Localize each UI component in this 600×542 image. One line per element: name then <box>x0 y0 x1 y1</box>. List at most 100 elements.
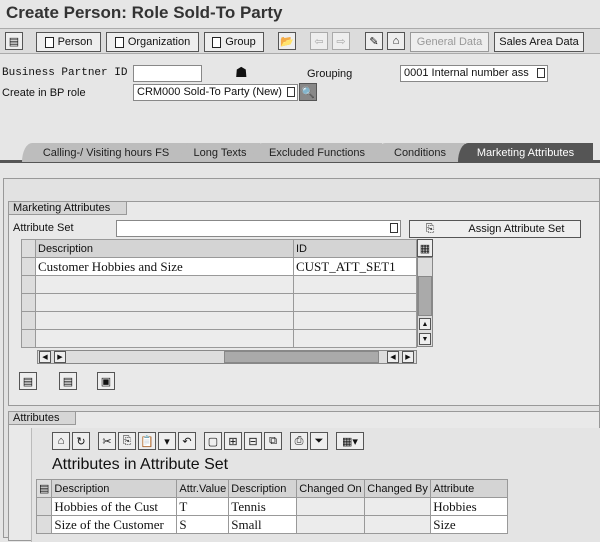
layout-menu-icon[interactable]: ▦▾ <box>336 432 364 450</box>
table-row[interactable]: Customer Hobbies and Size CUST_ATT_SET1 <box>21 257 417 276</box>
append-row-icon[interactable]: ▢ <box>204 432 222 450</box>
relationships-icon[interactable]: ⌂ <box>387 32 405 50</box>
col-description[interactable]: Description <box>35 239 294 258</box>
details-icon[interactable]: ⌂ <box>52 432 70 450</box>
bp-id-label: Business Partner ID <box>2 67 128 79</box>
group-button[interactable]: Group <box>204 32 264 52</box>
assign-attribute-set-button[interactable]: ⎘ Assign Attribute Set <box>409 220 581 238</box>
row-selector[interactable] <box>35 515 53 534</box>
attr-value-cell[interactable]: T <box>176 497 230 516</box>
attr-value-cell[interactable]: S <box>176 515 230 534</box>
copy-icon[interactable]: ⎘ <box>118 432 136 450</box>
group-label: Attributes <box>8 411 77 425</box>
scroll-right-icon[interactable]: ▶ <box>402 351 414 363</box>
table-row[interactable]: Hobbies of the Cust T Tennis Hobbies <box>35 497 508 516</box>
attributes-table: ▤ Description Attr.Value Description Cha… <box>35 479 508 534</box>
grouping-select[interactable]: 0001 Internal number ass <box>400 65 548 82</box>
changed-on-cell <box>296 497 366 516</box>
person-button[interactable]: Person <box>36 32 101 52</box>
details-icon[interactable]: ▤ <box>59 372 77 390</box>
role-label: Create in BP role <box>2 87 86 99</box>
attribute-cell: Size <box>430 515 508 534</box>
grouping-label: Grouping <box>307 68 353 80</box>
col-id[interactable]: ID <box>293 239 417 258</box>
dropdown-icon <box>390 223 398 233</box>
insert-row-icon[interactable]: ⊞ <box>224 432 242 450</box>
tab-long-texts[interactable]: Long Texts <box>180 143 260 162</box>
vertical-scroll-thumb[interactable] <box>418 276 432 316</box>
group-label: Marketing Attributes <box>8 201 128 215</box>
application-toolbar: ▤ Person Organization Group 📂 ⇦ ⇨ ✎ ⌂ Ge… <box>0 28 600 54</box>
switch-screen-icon[interactable]: ▤ <box>5 32 23 50</box>
duplicate-row-icon[interactable]: ⧉ <box>264 432 282 450</box>
dropdown-icon <box>287 87 295 97</box>
table-row[interactable]: Size of the Customer S Small Size <box>35 515 508 534</box>
paste-icon[interactable]: 📋 <box>138 432 156 450</box>
assign-label: Assign Attribute Set <box>468 223 565 235</box>
scroll-up-icon[interactable]: ▲ <box>419 318 431 330</box>
value-description-cell: Tennis <box>228 497 298 516</box>
group-label: Group <box>225 36 256 48</box>
dropdown-icon <box>537 68 545 78</box>
select-all-cell[interactable] <box>21 239 36 258</box>
col-attr-value[interactable]: Attr.Value <box>176 479 230 498</box>
row-selector[interactable] <box>21 257 36 276</box>
tab-content: Marketing Attributes Attribute Set ⎘ Assi… <box>3 178 600 542</box>
grouping-value: 0001 Internal number ass <box>404 67 529 79</box>
description-cell[interactable]: Customer Hobbies and Size <box>35 257 294 276</box>
role-value: CRM000 Sold-To Party (New) <box>137 86 282 98</box>
scroll-left-icon[interactable]: ◀ <box>387 351 399 363</box>
print-list-icon[interactable]: ▣ <box>97 372 115 390</box>
tab-marketing-attributes[interactable]: Marketing Attributes <box>458 143 593 162</box>
col-attribute[interactable]: Attribute <box>430 479 508 498</box>
scroll-left-icon[interactable]: ◀ <box>39 351 51 363</box>
assign-icon: ⎘ <box>425 222 435 235</box>
id-cell[interactable]: CUST_ATT_SET1 <box>293 257 417 276</box>
open-folder-icon[interactable]: 📂 <box>278 32 296 50</box>
bp-role-select[interactable]: CRM000 Sold-To Party (New) <box>133 84 298 101</box>
attribute-set-table: Description ID Customer Hobbies and Size C… <box>21 239 417 348</box>
previous-arrow-icon[interactable]: ⇦ <box>310 32 328 50</box>
col-changed-on[interactable]: Changed On <box>296 479 366 498</box>
cut-icon[interactable]: ✂ <box>98 432 116 450</box>
tab-conditions[interactable]: Conditions <box>375 143 465 162</box>
paste-menu-icon[interactable]: ▾ <box>158 432 176 450</box>
details-icon[interactable]: ▤ <box>19 372 37 390</box>
search-icon[interactable]: 🔍 <box>299 83 317 101</box>
tab-strip: Calling-/ Visiting hours FS Long Texts E… <box>0 143 600 163</box>
refresh-icon[interactable]: ↻ <box>72 432 90 450</box>
horizontal-scroll-thumb[interactable] <box>224 351 379 363</box>
row-selector[interactable] <box>35 497 53 516</box>
print-icon[interactable]: ⎙ <box>290 432 308 450</box>
person-icon: ☗ <box>235 64 248 80</box>
person-label: Person <box>57 36 93 48</box>
description-cell[interactable]: Hobbies of the Cust <box>51 497 178 516</box>
organization-label: Organization <box>127 36 191 48</box>
undo-icon[interactable]: ↶ <box>178 432 196 450</box>
filter-icon[interactable]: ⏷ <box>310 432 328 450</box>
organization-button[interactable]: Organization <box>106 32 199 52</box>
col-changed-by[interactable]: Changed By <box>364 479 432 498</box>
column-settings-icon[interactable]: ▦ <box>417 239 433 257</box>
edit-display-icon[interactable]: ✎ <box>365 32 383 50</box>
bp-id-field[interactable] <box>133 65 202 82</box>
scroll-right-icon[interactable]: ▶ <box>54 351 66 363</box>
document-icon <box>114 36 124 48</box>
attribute-set-label: Attribute Set <box>13 222 74 234</box>
next-arrow-icon[interactable]: ⇨ <box>332 32 350 50</box>
tab-excluded-functions[interactable]: Excluded Functions <box>252 143 382 162</box>
col-description[interactable]: Description <box>51 479 178 498</box>
attributes-table-title: Attributes in Attribute Set <box>52 456 229 473</box>
value-description-cell: Small <box>228 515 298 534</box>
alv-container: ⌂ ↻ ✂ ⎘ 📋 ▾ ↶ ▢ ⊞ ⊟ ⧉ ⎙ ⏷ ▦▾ Attributes … <box>31 428 600 542</box>
scroll-down-icon[interactable]: ▼ <box>419 333 431 345</box>
tab-calling-hours[interactable]: Calling-/ Visiting hours FS <box>22 143 190 162</box>
col-value-description[interactable]: Description <box>228 479 298 498</box>
general-data-button[interactable]: General Data <box>410 32 489 52</box>
select-all-icon[interactable]: ▤ <box>35 479 53 498</box>
sales-area-data-button[interactable]: Sales Area Data <box>494 32 584 52</box>
description-cell[interactable]: Size of the Customer <box>51 515 178 534</box>
delete-row-icon[interactable]: ⊟ <box>244 432 262 450</box>
attribute-set-select[interactable] <box>116 220 401 237</box>
attribute-cell: Hobbies <box>430 497 508 516</box>
